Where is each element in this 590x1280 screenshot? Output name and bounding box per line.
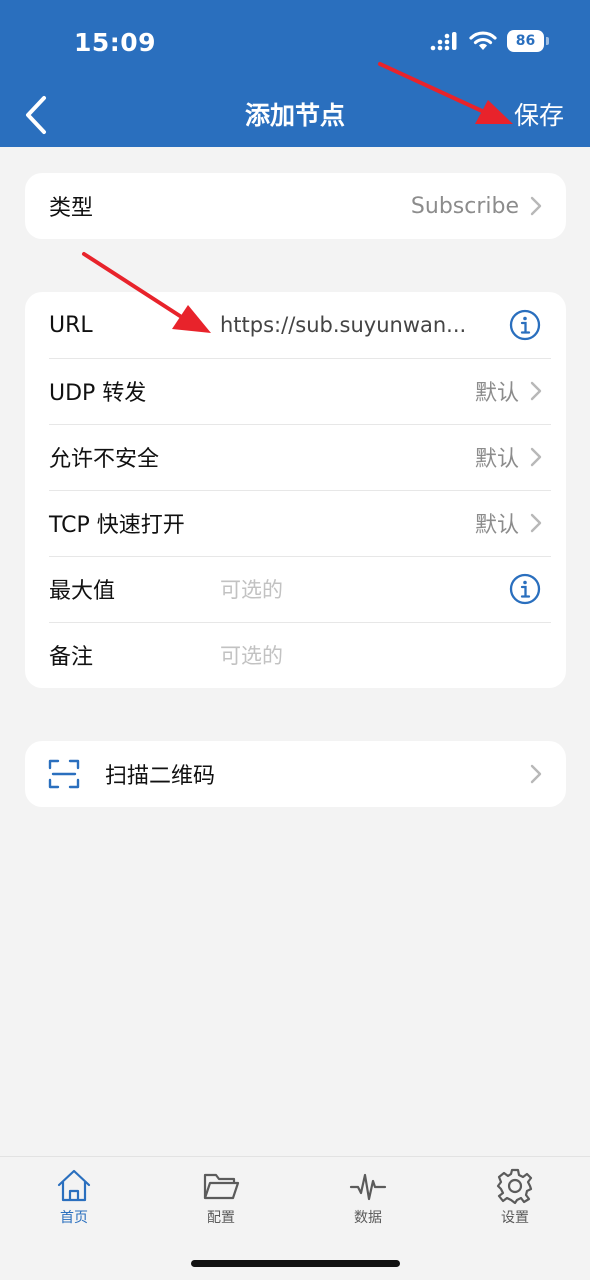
tab-config-label: 配置: [207, 1210, 235, 1226]
tab-home[interactable]: 首页: [34, 1167, 114, 1227]
chevron-right-icon: [530, 513, 542, 533]
arrow-to-url-icon: [82, 252, 211, 333]
gear-icon: [496, 1168, 533, 1205]
tab-data[interactable]: 数据: [328, 1167, 408, 1227]
info-icon[interactable]: [509, 573, 541, 605]
scan-qr-label: 扫描二维码: [105, 764, 216, 789]
note-input[interactable]: 可选的: [220, 640, 283, 670]
scan-qr-row[interactable]: 扫描二维码: [25, 741, 566, 807]
pulse-icon: [349, 1173, 387, 1201]
tab-settings-label: 设置: [501, 1210, 529, 1226]
scan-card: 扫描二维码: [25, 741, 566, 807]
insecure-value: 默认: [474, 447, 519, 472]
note-label: 备注: [49, 645, 94, 670]
max-input[interactable]: 可选的: [220, 574, 283, 604]
insecure-label: 允许不安全: [49, 447, 160, 472]
max-row: 最大值 可选的: [25, 556, 566, 622]
tcp-fast-open-value: 默认: [474, 513, 519, 538]
tab-settings[interactable]: 设置: [475, 1167, 555, 1227]
insecure-row[interactable]: 允许不安全 默认: [25, 424, 566, 490]
folder-icon: [203, 1173, 240, 1200]
arrow-to-save-icon: [378, 62, 513, 124]
tcp-fast-open-row[interactable]: TCP 快速打开 默认: [25, 490, 566, 556]
home-indicator: [191, 1260, 400, 1267]
tab-config[interactable]: 配置: [181, 1167, 261, 1227]
chevron-right-icon: [530, 447, 542, 467]
annotation-arrows: [82, 62, 513, 333]
max-label: 最大值: [49, 579, 116, 604]
chevron-right-icon: [530, 764, 542, 784]
home-icon: [57, 1169, 91, 1202]
note-row: 备注 可选的: [25, 622, 566, 688]
tab-data-label: 数据: [354, 1210, 382, 1226]
qr-scan-icon: [48, 759, 80, 789]
tcp-fast-open-label: TCP 快速打开: [49, 513, 185, 538]
tab-home-label: 首页: [60, 1210, 88, 1226]
